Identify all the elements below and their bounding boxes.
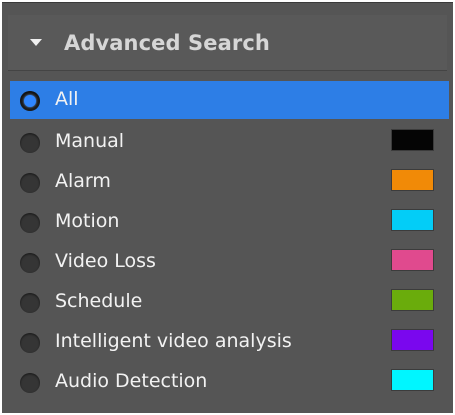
triangle-down-icon[interactable] <box>30 39 42 46</box>
radio-button-motion[interactable] <box>20 213 40 233</box>
color-swatch-manual <box>391 129 434 151</box>
option-label: Schedule <box>55 290 143 312</box>
option-label: Alarm <box>55 170 111 192</box>
radio-button-intelligent-video-analysis[interactable] <box>20 333 40 353</box>
option-label: Intelligent video analysis <box>55 330 292 352</box>
radio-button-all[interactable] <box>20 91 40 111</box>
option-label: Motion <box>55 210 120 232</box>
option-audio-detection[interactable]: Audio Detection <box>10 363 449 401</box>
color-swatch-intelligent-video-analysis <box>391 329 434 351</box>
advanced-search-panel: Advanced Search All Manual Alarm Motion … <box>2 2 453 413</box>
color-swatch-schedule <box>391 289 434 311</box>
option-alarm[interactable]: Alarm <box>10 163 449 201</box>
option-intelligent-video-analysis[interactable]: Intelligent video analysis <box>10 323 449 361</box>
option-all[interactable]: All <box>10 81 449 119</box>
radio-button-schedule[interactable] <box>20 293 40 313</box>
event-type-list: All Manual Alarm Motion Video Loss Sched… <box>10 81 449 408</box>
panel-title: Advanced Search <box>64 31 270 55</box>
option-motion[interactable]: Motion <box>10 203 449 241</box>
advanced-search-header[interactable]: Advanced Search <box>8 15 447 71</box>
option-label: Audio Detection <box>55 370 208 392</box>
option-manual[interactable]: Manual <box>10 123 449 161</box>
color-swatch-audio-detection <box>391 369 434 391</box>
color-swatch-alarm <box>391 169 434 191</box>
option-label: All <box>55 88 79 110</box>
color-swatch-motion <box>391 209 434 231</box>
radio-button-video-loss[interactable] <box>20 253 40 273</box>
option-label: Video Loss <box>55 250 156 272</box>
option-video-loss[interactable]: Video Loss <box>10 243 449 281</box>
radio-button-manual[interactable] <box>20 133 40 153</box>
color-swatch-video-loss <box>391 249 434 271</box>
radio-button-audio-detection[interactable] <box>20 373 40 393</box>
radio-button-alarm[interactable] <box>20 173 40 193</box>
option-label: Manual <box>55 130 125 152</box>
option-schedule[interactable]: Schedule <box>10 283 449 321</box>
